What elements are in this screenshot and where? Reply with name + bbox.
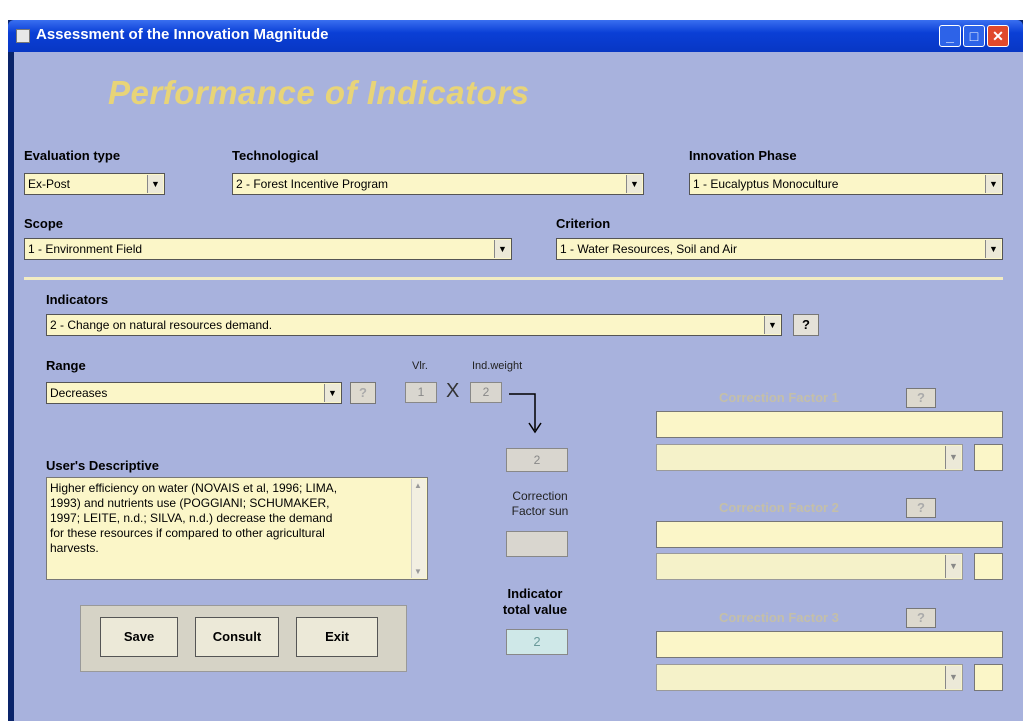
correction-factor-3-input[interactable] (656, 631, 1003, 658)
users-descriptive-label: User's Descriptive (46, 458, 159, 473)
range-help-button[interactable]: ? (350, 382, 376, 404)
correction-factor-1-select[interactable]: ▼ (656, 444, 963, 471)
correction-factor-2-input[interactable] (656, 521, 1003, 548)
users-descriptive-textarea[interactable]: Higher efficiency on water (NOVAIS et al… (46, 477, 428, 580)
multiply-icon: X (446, 380, 460, 402)
correction-factor-3-select[interactable]: ▼ (656, 664, 963, 691)
minimize-icon[interactable]: _ (939, 25, 961, 47)
indicators-value: 2 - Change on natural resources demand. (50, 318, 273, 332)
chevron-down-icon[interactable]: ▼ (945, 555, 961, 578)
technological-label: Technological (232, 148, 319, 163)
evaluation-type-label: Evaluation type (24, 148, 121, 163)
exit-button[interactable]: Exit (296, 617, 378, 657)
correction-factor-1-input[interactable] (656, 411, 1003, 438)
chevron-down-icon[interactable]: ▼ (324, 384, 340, 402)
textarea-scrollbar[interactable]: ▲ ▼ (411, 479, 426, 578)
criterion-label: Criterion (556, 216, 611, 231)
correction-factor-sum-field (506, 531, 568, 557)
chevron-down-icon[interactable]: ▼ (945, 666, 961, 689)
chevron-down-icon[interactable]: ▼ (494, 240, 510, 258)
indicators-label: Indicators (46, 292, 109, 307)
criterion-select[interactable]: 1 - Water Resources, Soil and Air ▼ (556, 238, 1003, 260)
consult-button[interactable]: Consult (195, 617, 279, 657)
technological-value: 2 - Forest Incentive Program (236, 177, 389, 191)
maximize-icon[interactable]: □ (963, 25, 985, 47)
range-label: Range (46, 358, 86, 373)
chevron-down-icon[interactable]: ▼ (147, 175, 163, 193)
vlr-value-field: 1 (405, 382, 437, 403)
range-select[interactable]: Decreases ▼ (46, 382, 342, 404)
innovation-phase-value: 1 - Eucalyptus Monoculture (693, 177, 839, 191)
correction-factor-2-select[interactable]: ▼ (656, 553, 963, 580)
innovation-phase-select[interactable]: 1 - Eucalyptus Monoculture ▼ (689, 173, 1003, 195)
ind-weight-label: Ind.weight (472, 360, 523, 372)
section-divider (24, 277, 1003, 280)
scope-label: Scope (24, 216, 64, 231)
correction-factor-sum-label: Correction Factor sun (511, 489, 569, 518)
close-icon[interactable]: ✕ (987, 25, 1009, 47)
save-button[interactable]: Save (100, 617, 178, 657)
chevron-down-icon[interactable]: ▼ (985, 175, 1001, 193)
app-icon (16, 29, 30, 43)
indicator-total-label: Indicator total value (502, 586, 568, 617)
scroll-up-icon[interactable]: ▲ (414, 481, 422, 490)
correction-factor-3-value (974, 664, 1003, 691)
scroll-down-icon[interactable]: ▼ (414, 567, 422, 576)
indicators-help-button[interactable]: ? (793, 314, 819, 336)
correction-factor-2-title: Correction Factor 2 (719, 500, 839, 515)
correction-factor-3-title: Correction Factor 3 (719, 610, 839, 625)
calc-result-field: 2 (506, 448, 568, 472)
evaluation-type-value: Ex-Post (28, 177, 71, 191)
chevron-down-icon[interactable]: ▼ (985, 240, 1001, 258)
ind-weight-value-field: 2 (470, 382, 502, 403)
correction-factor-1-value (974, 444, 1003, 471)
evaluation-type-select[interactable]: Ex-Post ▼ (24, 173, 165, 195)
scope-select[interactable]: 1 - Environment Field ▼ (24, 238, 512, 260)
chevron-down-icon[interactable]: ▼ (945, 446, 961, 469)
range-value: Decreases (50, 386, 108, 400)
vlr-label: Vlr. (412, 360, 428, 372)
technological-select[interactable]: 2 - Forest Incentive Program ▼ (232, 173, 644, 195)
innovation-phase-label: Innovation Phase (689, 148, 797, 163)
chevron-down-icon[interactable]: ▼ (626, 175, 642, 193)
window-title: Assessment of the Innovation Magnitude (36, 26, 329, 43)
indicators-select[interactable]: 2 - Change on natural resources demand. … (46, 314, 782, 336)
page-title: Performance of Indicators (108, 74, 530, 111)
users-descriptive-text: Higher efficiency on water (NOVAIS et al… (50, 481, 338, 555)
chevron-down-icon[interactable]: ▼ (764, 316, 780, 334)
correction-factor-2-help-button[interactable]: ? (906, 498, 936, 518)
scope-value: 1 - Environment Field (28, 242, 143, 256)
correction-factor-1-help-button[interactable]: ? (906, 388, 936, 408)
correction-factor-2-value (974, 553, 1003, 580)
correction-factor-3-help-button[interactable]: ? (906, 608, 936, 628)
correction-factor-1-title: Correction Factor 1 (719, 390, 839, 405)
indicator-total-field: 2 (506, 629, 568, 655)
criterion-value: 1 - Water Resources, Soil and Air (560, 242, 737, 256)
arrow-down-icon (509, 393, 542, 434)
